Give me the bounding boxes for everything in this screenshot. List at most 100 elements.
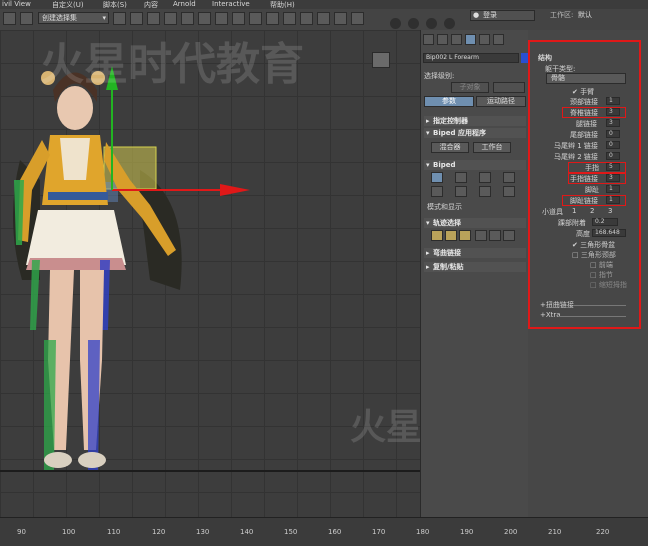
move-all-icon[interactable] — [503, 186, 515, 197]
viewcube-icon[interactable] — [372, 52, 390, 68]
menu-item-arnold[interactable]: Arnold — [173, 0, 196, 8]
viewport[interactable]: 火星时代教育 火星时代 — [0, 30, 420, 517]
modify-tab-icon[interactable] — [437, 34, 448, 45]
login-label: 登录 — [483, 11, 497, 19]
workspace-dropdown[interactable]: 默认 — [578, 10, 592, 20]
sub-object-button[interactable]: 子对象 — [451, 82, 489, 93]
lock-com-icon[interactable] — [503, 230, 515, 241]
body-horizontal-icon[interactable] — [431, 230, 443, 241]
highlight-finger-links — [568, 173, 626, 184]
workbench-button[interactable]: 工作台 — [473, 142, 511, 153]
display-tab-icon[interactable] — [479, 34, 490, 45]
timeline-tick: 110 — [107, 528, 121, 536]
knuckles-label: 指节 — [598, 271, 613, 279]
highlight-fingers — [568, 162, 626, 173]
twist-links-rollout[interactable]: +扭曲链接 — [540, 300, 574, 310]
percent-snap-icon[interactable] — [147, 12, 160, 25]
opposite-icon[interactable] — [489, 230, 501, 241]
symmetrical-icon[interactable] — [475, 230, 487, 241]
motion-tab-icon[interactable] — [465, 34, 476, 45]
xtra-rollout[interactable]: +Xtra — [540, 311, 561, 319]
body-vertical-icon[interactable] — [445, 230, 457, 241]
arms-label: 手臂 — [580, 88, 595, 96]
rollout-track-selection[interactable]: 轨迹选择 — [424, 218, 526, 228]
named-selection-icon[interactable] — [181, 12, 194, 25]
timeline-tick: 220 — [596, 528, 610, 536]
select-link-icon[interactable] — [20, 12, 33, 25]
body-type-dropdown[interactable]: 骨骼 — [546, 73, 626, 84]
schematic-icon[interactable] — [283, 12, 296, 25]
create-tab-icon[interactable] — [423, 34, 434, 45]
menu-item-view[interactable]: ivil View — [2, 0, 31, 8]
tab-parameters[interactable]: 参数 — [424, 96, 474, 107]
timeline-tick: 130 — [196, 528, 210, 536]
arms-checkbox[interactable]: ✔ 手臂 — [572, 87, 594, 97]
figure-mode-icon[interactable] — [431, 172, 443, 183]
ankle-attach-spinner[interactable]: 0.2 — [592, 218, 618, 226]
prop2-checkbox[interactable]: 2 — [590, 207, 594, 215]
arnold-ball-icon[interactable] — [390, 18, 401, 29]
spinner-snap-icon[interactable] — [164, 12, 177, 25]
ponytail2-spinner[interactable]: 0 — [606, 152, 620, 160]
undo-icon[interactable] — [3, 12, 16, 25]
rollout-copy-paste[interactable]: 复制/粘贴 — [424, 262, 526, 272]
short-thumb-checkbox[interactable]: □ 缩短拇指 — [590, 280, 627, 290]
render-teapot-icon[interactable] — [351, 12, 364, 25]
login-dropdown[interactable]: ● 登录 — [470, 10, 535, 21]
footstep-mode-icon[interactable] — [455, 172, 467, 183]
mixer-mode-icon[interactable] — [503, 172, 515, 183]
mixer-button[interactable]: 混合器 — [431, 142, 469, 153]
triangle-pelvis-label: 三角形骨盆 — [580, 241, 616, 249]
material-editor-icon[interactable] — [300, 12, 313, 25]
save-file-icon[interactable] — [455, 186, 467, 197]
object-name-field[interactable]: Bip002 L Forearm — [423, 53, 519, 63]
prop3-checkbox[interactable]: 3 — [608, 207, 612, 215]
tail-links-spinner[interactable]: 0 — [606, 130, 620, 138]
selection-set-dropdown[interactable]: 创建选择集 — [38, 12, 109, 24]
tab-motion-paths[interactable]: 运动路径 — [476, 96, 526, 107]
load-file-icon[interactable] — [431, 186, 443, 197]
forefoot-checkbox[interactable]: □ 前端 — [590, 260, 613, 270]
watermark: 火星时代教育 — [40, 39, 304, 90]
structure-rollout-panel: 结构 躯干类型: 骨骼 ✔ 手臂 颈部链接 1 脊椎链接 3 腿链接 3 尾部链… — [528, 30, 648, 517]
motion-flow-icon[interactable] — [479, 172, 491, 183]
rollout-biped-app[interactable]: Biped 应用程序 — [424, 128, 526, 138]
body-rotation-icon[interactable] — [459, 230, 471, 241]
render-frame-icon[interactable] — [334, 12, 347, 25]
structure-title: 结构 — [538, 54, 552, 62]
toes-spinner[interactable]: 1 — [606, 185, 620, 193]
hierarchy-tab-icon[interactable] — [451, 34, 462, 45]
curve-editor-icon[interactable] — [266, 12, 279, 25]
ribbon-icon[interactable] — [249, 12, 262, 25]
timeline-tick: 170 — [372, 528, 386, 536]
height-spinner[interactable]: 168.648 — [592, 229, 626, 237]
align-icon[interactable] — [215, 12, 228, 25]
arnold-ball-icon[interactable] — [408, 18, 419, 29]
angle-snap-icon[interactable] — [130, 12, 143, 25]
mode-display-toggle[interactable]: 模式和显示 — [427, 202, 462, 212]
leg-links-spinner[interactable]: 3 — [606, 119, 620, 127]
rollout-biped[interactable]: Biped — [424, 160, 526, 170]
arnold-ball-icon[interactable] — [426, 18, 437, 29]
utilities-tab-icon[interactable] — [493, 34, 504, 45]
ponytail1-label: 马尾辫 1 链接 — [554, 142, 598, 150]
neck-links-spinner[interactable]: 1 — [606, 97, 620, 105]
prop1-checkbox[interactable]: 1 — [572, 207, 576, 215]
triangle-pelvis-checkbox[interactable]: ✔ 三角形骨盆 — [572, 240, 615, 250]
arnold-ball-icon[interactable] — [444, 18, 455, 29]
sub-object-dropdown[interactable] — [493, 82, 525, 93]
convert-icon[interactable] — [479, 186, 491, 197]
timeline-ruler[interactable]: 90 100 110 120 130 140 150 160 170 180 1… — [0, 517, 648, 546]
mirror-icon[interactable] — [198, 12, 211, 25]
snap-icon[interactable] — [113, 12, 126, 25]
rollout-bend-links[interactable]: 弯曲链接 — [424, 248, 526, 258]
render-setup-icon[interactable] — [317, 12, 330, 25]
forefoot-label: 前端 — [598, 261, 613, 269]
ponytail1-spinner[interactable]: 0 — [606, 141, 620, 149]
triangle-neck-checkbox[interactable]: □ 三角形颈部 — [572, 250, 616, 260]
knuckles-checkbox[interactable]: □ 指节 — [590, 270, 613, 280]
layer-icon[interactable] — [232, 12, 245, 25]
rollout-assign-controller[interactable]: 指定控制器 — [424, 116, 526, 126]
menu-item-interactive[interactable]: Interactive — [212, 0, 250, 8]
timeline-tick: 90 — [17, 528, 26, 536]
